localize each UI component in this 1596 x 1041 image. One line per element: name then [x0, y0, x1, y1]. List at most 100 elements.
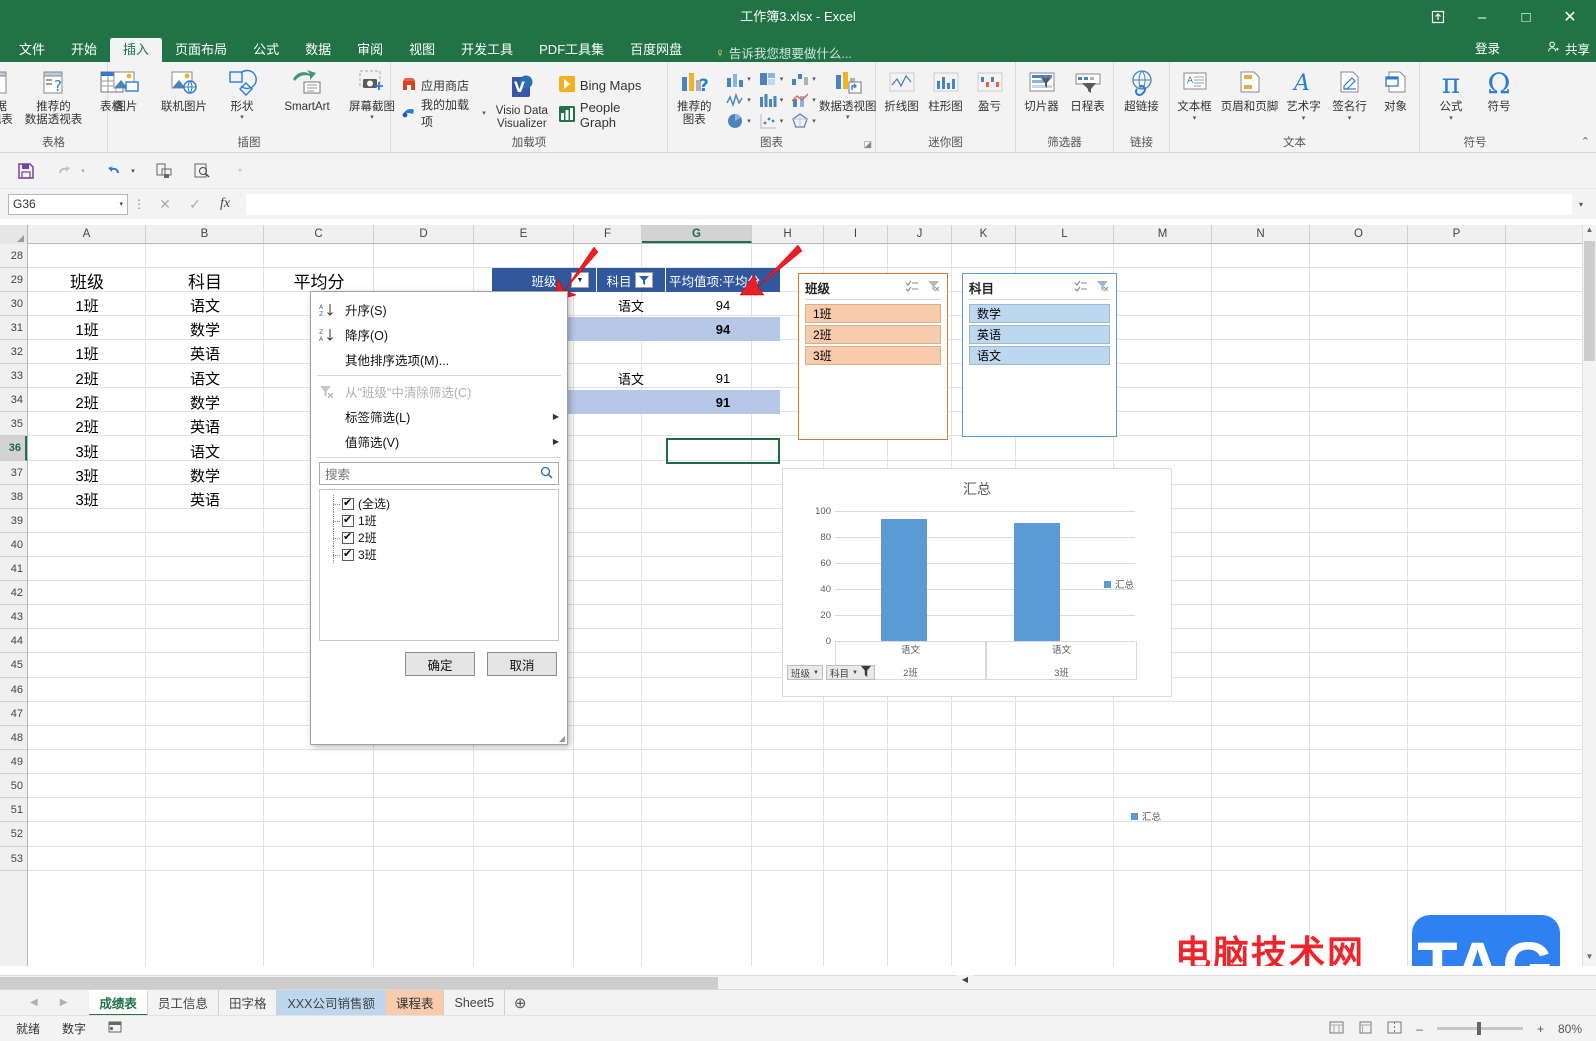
slicer-subject-item-1[interactable]: 数学 [969, 304, 1110, 323]
column-header-I[interactable]: I [824, 225, 888, 243]
pivot-chart-button[interactable]: 数据透视图 ▾ [818, 65, 878, 122]
row-header-31[interactable]: 31 [0, 316, 27, 340]
pivot-header-subject[interactable]: 科目 [597, 268, 665, 292]
sheet-tab-tianzige[interactable]: 田字格 [219, 989, 278, 1016]
page-break-icon[interactable] [1387, 1021, 1402, 1037]
statistic-chart-button[interactable]: ▾ [756, 90, 786, 110]
maximize-button[interactable]: □ [1504, 2, 1548, 32]
cell-A36[interactable]: 3班 [28, 439, 146, 463]
quick-print-icon[interactable] [152, 159, 176, 183]
pivot-filter-dropdown[interactable]: AZ 升序(S) ZA 降序(O) 其他排序选项(M)... 从"班级"中清除筛… [310, 291, 568, 745]
cell-B37[interactable]: 数学 [146, 463, 264, 487]
pivot-header-value[interactable]: 平均值项:平均分 [666, 268, 780, 292]
sign-in-link[interactable]: 登录 [1475, 38, 1500, 57]
filter-cancel-button[interactable]: 取消 [487, 652, 557, 676]
row-header-41[interactable]: 41 [0, 557, 27, 581]
cell-C29[interactable]: 平均分 [264, 268, 374, 292]
text-box-button[interactable]: A 文本框 ▾ [1171, 65, 1219, 122]
cell-A30[interactable]: 1班 [28, 293, 146, 317]
clear-filter-icon[interactable] [1096, 280, 1110, 295]
active-cell-selection[interactable] [666, 438, 780, 464]
macro-record-icon[interactable] [108, 1020, 122, 1037]
name-box[interactable]: G36 ▾ [8, 193, 128, 215]
slicer-class-item-2[interactable]: 2班 [805, 325, 941, 344]
row-header-42[interactable]: 42 [0, 581, 27, 605]
vertical-scroll-thumb[interactable] [1584, 241, 1595, 361]
column-header-O[interactable]: O [1310, 225, 1408, 243]
cell-A31[interactable]: 1班 [28, 317, 146, 341]
cell-A29[interactable]: 班级 [28, 268, 146, 292]
sheet-tab-sheet5[interactable]: Sheet5 [444, 989, 506, 1016]
zoom-slider[interactable] [1436, 1022, 1523, 1035]
row-header-45[interactable]: 45 [0, 653, 27, 678]
cell-B33[interactable]: 语文 [146, 366, 264, 390]
ribbon-tab-formulas[interactable]: 公式 [240, 38, 292, 62]
filter-search-box[interactable]: 搜索 [319, 462, 559, 485]
hyperlink-button[interactable]: 超链接 [1119, 65, 1165, 114]
pivot-header-class[interactable]: 班级 ▼ [492, 268, 596, 292]
sheet-tab-kechengbiao[interactable]: 课程表 [385, 989, 445, 1016]
column-header-A[interactable]: A [28, 225, 146, 243]
pie-chart-button[interactable]: ▾ [723, 111, 753, 131]
scroll-down-icon[interactable]: ▼ [1583, 952, 1596, 966]
ribbon-tab-pdftools[interactable]: PDF工具集 [526, 38, 617, 62]
chart-field-button-subject[interactable]: 科目 ▼ [825, 665, 875, 680]
chart-bar-2[interactable] [1014, 523, 1060, 641]
multi-select-icon[interactable] [905, 280, 919, 295]
filter-sort-ascending[interactable]: AZ 升序(S) [311, 297, 567, 322]
column-header-K[interactable]: K [952, 225, 1016, 243]
filter-sort-descending[interactable]: ZA 降序(O) [311, 322, 567, 347]
restore-down-icon[interactable] [1416, 2, 1460, 32]
row-header-40[interactable]: 40 [0, 533, 27, 557]
column-header-M[interactable]: M [1114, 225, 1212, 243]
sparkline-winloss-button[interactable]: 盈亏 [968, 65, 1012, 114]
row-header-28[interactable]: 28 [0, 244, 27, 268]
wordart-button[interactable]: A 艺术字 ▾ [1281, 65, 1327, 122]
checkbox-icon[interactable] [342, 513, 354, 527]
filter-checklist-item-all[interactable]: (全选) [324, 495, 554, 512]
row-header-32[interactable]: 32 [0, 340, 27, 364]
zoom-out-icon[interactable]: – [1416, 1022, 1423, 1036]
filter-clear-filter[interactable]: 从"班级"中清除筛选(C) [311, 379, 567, 404]
cell-B30[interactable]: 语文 [146, 293, 264, 317]
filter-checklist[interactable]: (全选) 1班 2班 3班 [319, 489, 559, 641]
cell-A38[interactable]: 3班 [28, 487, 146, 511]
column-header-P[interactable]: P [1408, 225, 1506, 243]
column-header-H[interactable]: H [752, 225, 824, 243]
pivot-subject-filter-icon[interactable] [634, 272, 653, 288]
row-header-34[interactable]: 34 [0, 388, 27, 412]
chevron-down-icon[interactable]: ▾ [482, 109, 486, 117]
scatter-chart-button[interactable]: ▾ [756, 111, 786, 131]
vertical-scrollbar[interactable]: ▲ ▼ [1582, 225, 1596, 966]
pivot-class-filter-dropdown-icon[interactable]: ▼ [571, 272, 589, 288]
row-header-35[interactable]: 35 [0, 412, 27, 436]
page-layout-icon[interactable] [1358, 1021, 1373, 1037]
symbol-button[interactable]: Ω 符号 [1475, 65, 1523, 114]
row-header-44[interactable]: 44 [0, 629, 27, 653]
column-header-J[interactable]: J [888, 225, 952, 243]
ribbon-tab-review[interactable]: 审阅 [344, 38, 396, 62]
pictures-button[interactable]: 图片 [97, 65, 155, 114]
pivot-cell-value-1[interactable]: 94 [666, 293, 780, 317]
ribbon-tab-baiduwangpan[interactable]: 百度网盘 [617, 38, 695, 62]
cancel-icon[interactable]: ✕ [150, 193, 180, 215]
sheet-nav-prev-icon[interactable]: ◀ [30, 997, 38, 1008]
row-header-33[interactable]: 33 [0, 364, 27, 388]
object-button[interactable]: 对象 [1373, 65, 1419, 114]
cell-A35[interactable]: 2班 [28, 414, 146, 438]
column-header-C[interactable]: C [264, 225, 374, 243]
ribbon-tab-insert[interactable]: 插入 [110, 38, 163, 62]
timeline-button[interactable]: 日程表 [1065, 65, 1111, 114]
cell-B31[interactable]: 数学 [146, 317, 264, 341]
slicer-subject-item-3[interactable]: 语文 [969, 346, 1110, 365]
row-header-47[interactable]: 47 [0, 702, 27, 726]
filter-more-sort-options[interactable]: 其他排序选项(M)... [311, 347, 567, 372]
cell-B35[interactable]: 英语 [146, 414, 264, 438]
search-icon[interactable] [540, 466, 553, 482]
equation-button[interactable]: π 公式 ▾ [1427, 65, 1475, 123]
row-header-29[interactable]: 29 [0, 268, 27, 292]
resize-grip-icon[interactable]: ◢ [559, 734, 565, 743]
sheet-nav-next-icon[interactable]: ▶ [60, 997, 68, 1008]
row-header-50[interactable]: 50 [0, 774, 27, 798]
column-header-B[interactable]: B [146, 225, 264, 243]
